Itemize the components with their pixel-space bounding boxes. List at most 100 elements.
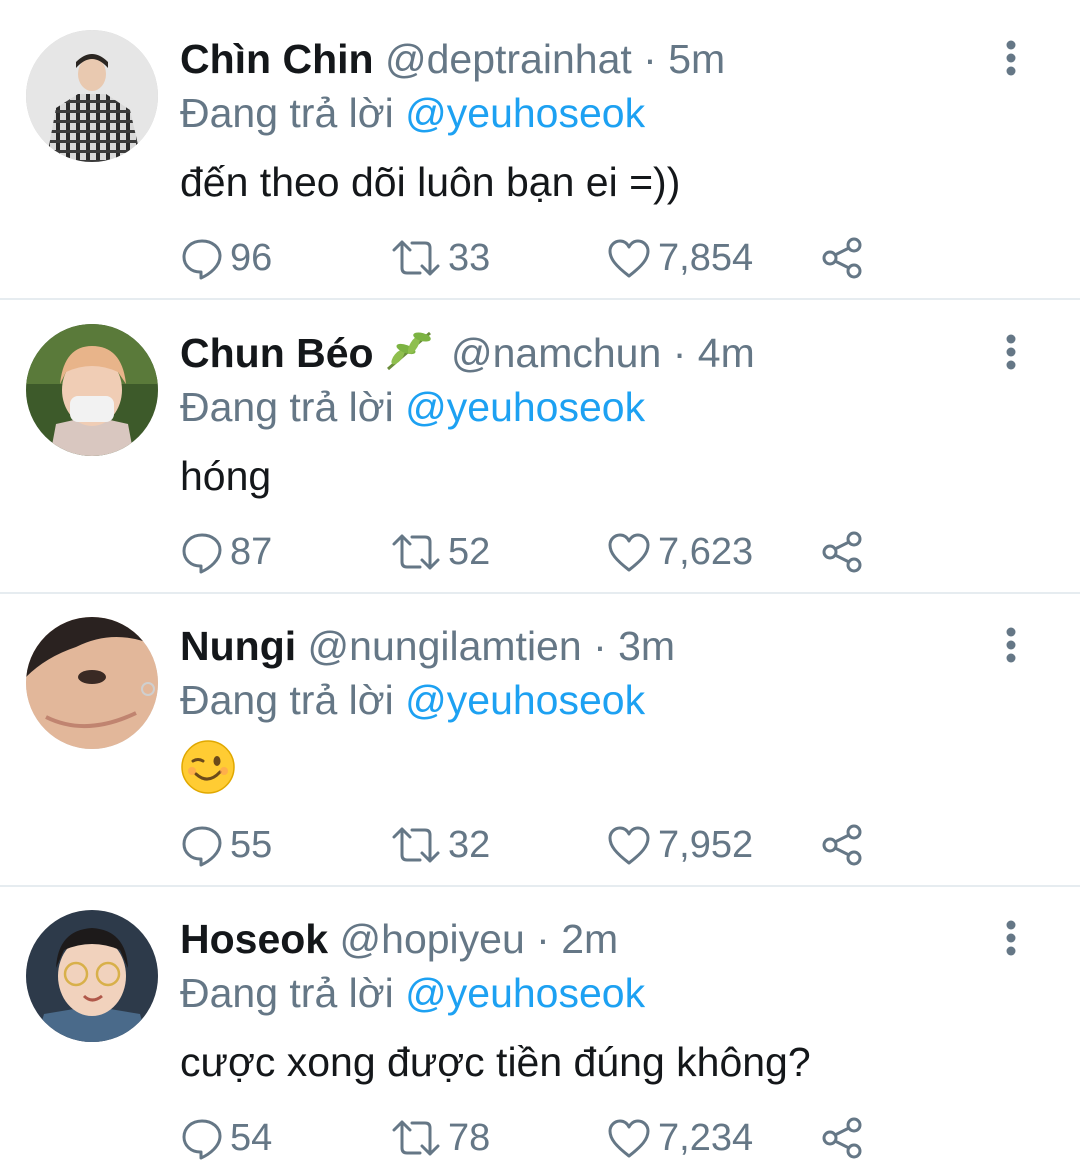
replying-to: Đang trả lời @yeuhoseok: [180, 968, 645, 1018]
like-button[interactable]: 7,854: [606, 232, 753, 284]
reply-button[interactable]: 55: [180, 819, 272, 871]
replying-to: Đang trả lời @yeuhoseok: [180, 88, 645, 138]
replying-to-handle[interactable]: @yeuhoseok: [405, 970, 645, 1016]
winking-face-emoji-icon: [180, 739, 236, 795]
timestamp[interactable]: 4m: [698, 330, 755, 376]
more-options-button[interactable]: [996, 625, 1026, 665]
user-handle[interactable]: @deptrainhat: [385, 36, 632, 82]
avatar-glasses-wink-icon: [26, 910, 158, 1042]
tweet-card[interactable]: Nungi @nungilamtien · 3m Đang trả lời @y…: [0, 587, 1080, 880]
retweet-button[interactable]: 32: [390, 819, 490, 871]
heart-icon: [608, 239, 650, 278]
retweet-button[interactable]: 52: [390, 526, 490, 578]
like-button[interactable]: 7,623: [606, 526, 753, 578]
replying-to-label: Đang trả lời: [180, 90, 394, 136]
reply-count: 55: [230, 823, 273, 866]
share-icon: [822, 1117, 862, 1159]
vertical-dots-icon: [1006, 40, 1016, 76]
reply-feed: Chìn Chin @deptrainhat · 5m Đang trả lời…: [0, 0, 1080, 1168]
separator-dot: ·: [643, 36, 657, 82]
reply-bubble-icon: [182, 239, 222, 280]
separator-dot: ·: [536, 916, 550, 962]
replying-to: Đang trả lời @yeuhoseok: [180, 675, 645, 725]
vertical-dots-icon: [1006, 334, 1016, 370]
replying-to-handle[interactable]: @yeuhoseok: [405, 384, 645, 430]
replying-to-label: Đang trả lời: [180, 970, 394, 1016]
share-button[interactable]: [820, 1112, 864, 1164]
tweet-header: Chun Béo @namchun · 4m: [180, 328, 755, 378]
heart-icon: [608, 1119, 650, 1158]
share-button[interactable]: [820, 819, 864, 871]
heart-icon: [608, 533, 650, 572]
reply-button[interactable]: 96: [180, 232, 272, 284]
user-handle[interactable]: @namchun: [451, 330, 661, 376]
user-handle[interactable]: @nungilamtien: [308, 623, 582, 669]
avatar[interactable]: [26, 910, 158, 1042]
like-button[interactable]: 7,952: [606, 819, 753, 871]
retweet-count: 78: [448, 1116, 491, 1159]
replying-to-label: Đang trả lời: [180, 384, 394, 430]
vertical-dots-icon: [1006, 920, 1016, 956]
tweet-card[interactable]: Chun Béo @namchun · 4m Đang trả lời @yeu…: [0, 294, 1080, 587]
timestamp[interactable]: 3m: [618, 623, 675, 669]
retweet-icon: [392, 1120, 440, 1156]
vertical-dots-icon: [1006, 627, 1016, 663]
leaf-icon: [384, 329, 434, 384]
reply-bubble-icon: [182, 826, 222, 867]
display-name[interactable]: Chìn Chin: [180, 36, 374, 82]
reply-button[interactable]: 54: [180, 1112, 272, 1164]
display-name[interactable]: Hoseok: [180, 916, 328, 962]
tweet-actions: 87 52 7,623: [0, 526, 1080, 578]
share-icon: [822, 237, 862, 279]
tweet-card[interactable]: Hoseok @hopiyeu · 2m Đang trả lời @yeuho…: [0, 880, 1080, 1173]
reply-button[interactable]: 87: [180, 526, 272, 578]
more-options-button[interactable]: [996, 918, 1026, 958]
reply-count: 96: [230, 236, 273, 279]
more-options-button[interactable]: [996, 38, 1026, 78]
display-name[interactable]: Chun Béo: [180, 330, 374, 376]
tweet-text: cược xong được tiền đúng không?: [180, 1039, 811, 1085]
separator-dot: ·: [593, 623, 607, 669]
share-button[interactable]: [820, 232, 864, 284]
timestamp[interactable]: 5m: [668, 36, 725, 82]
retweet-count: 52: [448, 530, 491, 573]
tweet-actions: 96 33 7,854: [0, 232, 1080, 284]
separator-dot: ·: [672, 330, 687, 376]
tweet-text: đến theo dõi luôn bạn ei =)): [180, 159, 681, 205]
share-icon: [822, 824, 862, 866]
like-button[interactable]: 7,234: [606, 1112, 753, 1164]
avatar[interactable]: [26, 324, 158, 456]
retweet-icon: [392, 240, 440, 276]
tweet-header: Nungi @nungilamtien · 3m: [180, 621, 675, 671]
replying-to-handle[interactable]: @yeuhoseok: [405, 90, 645, 136]
replying-to-handle[interactable]: @yeuhoseok: [405, 677, 645, 723]
display-name[interactable]: Nungi: [180, 623, 296, 669]
timestamp[interactable]: 2m: [561, 916, 618, 962]
tweet-header: Hoseok @hopiyeu · 2m: [180, 914, 618, 964]
retweet-icon: [392, 827, 440, 863]
like-count: 7,623: [658, 530, 754, 573]
more-options-button[interactable]: [996, 332, 1026, 372]
user-handle[interactable]: @hopiyeu: [340, 916, 525, 962]
like-count: 7,234: [658, 1116, 754, 1159]
tweet-actions: 55 32 7,952: [0, 819, 1080, 871]
avatar[interactable]: [26, 30, 158, 162]
replying-to: Đang trả lời @yeuhoseok: [180, 382, 645, 432]
reply-bubble-icon: [182, 1119, 222, 1160]
tweet-card[interactable]: Chìn Chin @deptrainhat · 5m Đang trả lời…: [0, 0, 1080, 293]
avatar-plaid-coat-icon: [26, 30, 158, 162]
heart-icon: [608, 826, 650, 865]
avatar-face-closeup-icon: [26, 617, 158, 749]
retweet-button[interactable]: 33: [390, 232, 490, 284]
retweet-icon: [392, 534, 440, 570]
retweet-button[interactable]: 78: [390, 1112, 490, 1164]
like-count: 7,952: [658, 823, 754, 866]
tweet-text: hóng: [180, 453, 272, 499]
reply-count: 54: [230, 1116, 273, 1159]
avatar[interactable]: [26, 617, 158, 749]
like-count: 7,854: [658, 236, 754, 279]
share-icon: [822, 531, 862, 573]
share-button[interactable]: [820, 526, 864, 578]
reply-bubble-icon: [182, 533, 222, 574]
reply-count: 87: [230, 530, 273, 573]
